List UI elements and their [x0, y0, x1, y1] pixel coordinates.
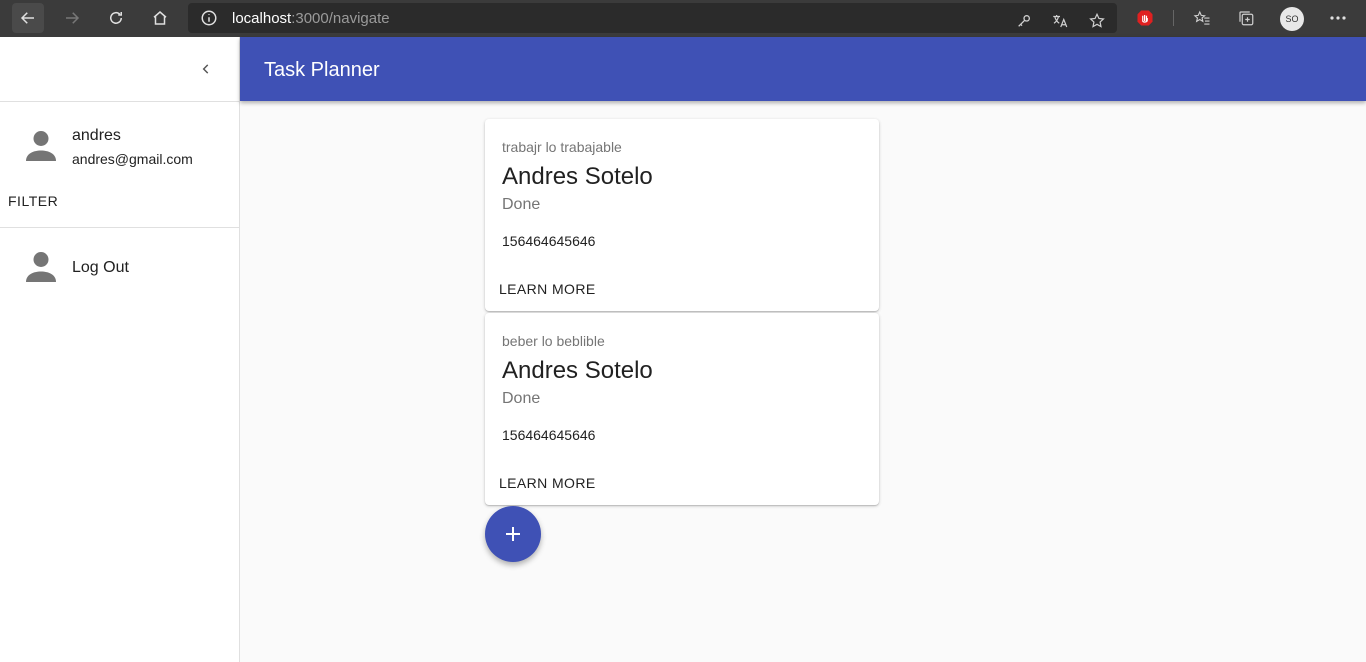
extension-icon[interactable]	[1132, 5, 1158, 31]
key-icon[interactable]	[1011, 8, 1037, 34]
reload-button[interactable]	[100, 3, 132, 33]
task-status: Done	[502, 196, 541, 213]
reload-icon	[110, 11, 122, 24]
back-button[interactable]	[12, 3, 44, 33]
url-text: localhost:3000/navigate	[232, 10, 390, 27]
user-name: andres	[72, 127, 121, 144]
task-responsible: Andres Sotelo	[502, 163, 653, 190]
address-bar[interactable]: localhost:3000/navigate	[188, 3, 1117, 33]
profile-avatar[interactable]: SO	[1280, 7, 1304, 31]
more-icon[interactable]	[1325, 5, 1351, 31]
task-due-date: 156464645646	[502, 427, 596, 443]
arrow-right-icon	[66, 12, 80, 24]
filter-label[interactable]: FILTER	[8, 193, 58, 209]
favorite-add-icon[interactable]	[1084, 8, 1110, 34]
sidebar-drawer: andres andres@gmail.com FILTER Log Out	[0, 37, 240, 662]
task-card: trabajr lo trabajable Andres Sotelo Done…	[485, 119, 879, 311]
learn-more-button[interactable]: LEARN MORE	[493, 471, 602, 495]
collapse-drawer-button[interactable]	[192, 55, 220, 83]
browser-toolbar: localhost:3000/navigate SO	[0, 0, 1366, 37]
toolbar-divider	[1173, 10, 1174, 26]
home-icon	[153, 11, 167, 25]
drawer-header	[0, 37, 239, 102]
task-description: trabajr lo trabajable	[502, 139, 622, 155]
favorites-icon[interactable]	[1189, 5, 1215, 31]
person-icon	[26, 131, 56, 161]
person-icon	[26, 252, 56, 282]
home-button[interactable]	[144, 3, 176, 33]
arrow-left-icon	[20, 12, 34, 24]
forward-button[interactable]	[56, 3, 88, 33]
task-due-date: 156464645646	[502, 233, 596, 249]
info-icon[interactable]	[200, 9, 218, 27]
drawer-divider	[0, 227, 239, 228]
user-email: andres@gmail.com	[72, 151, 193, 167]
page-title: Task Planner	[264, 59, 380, 81]
chevron-left-icon	[202, 64, 209, 74]
task-card: beber lo beblible Andres Sotelo Done 156…	[485, 313, 879, 505]
add-task-button[interactable]	[485, 506, 541, 562]
task-status: Done	[502, 390, 541, 407]
learn-more-button[interactable]: LEARN MORE	[493, 277, 602, 301]
collections-icon[interactable]	[1233, 5, 1259, 31]
task-description: beber lo beblible	[502, 333, 605, 349]
task-responsible: Andres Sotelo	[502, 357, 653, 384]
app-bar: Task Planner	[240, 37, 1366, 101]
translate-icon[interactable]	[1047, 8, 1073, 34]
plus-icon	[506, 527, 520, 541]
logout-label: Log Out	[72, 259, 129, 276]
